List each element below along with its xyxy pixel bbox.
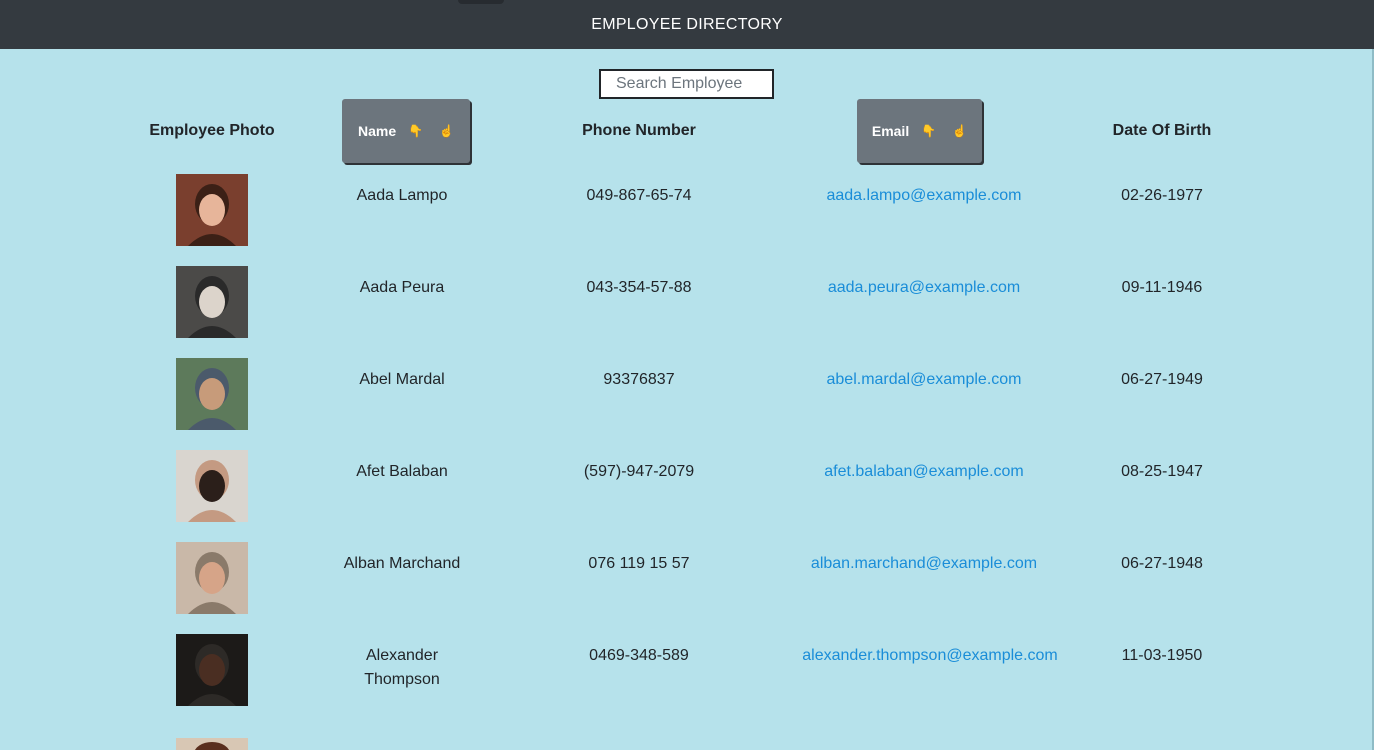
employee-photo [176, 738, 248, 750]
pointing-up-icon: ☝ [439, 124, 455, 138]
employee-photo [176, 266, 248, 338]
employee-name-text: Aada Lampo [356, 187, 448, 204]
employee-name-text: Abel Mardal [359, 371, 445, 388]
employee-email: alban.marchand@example.com [774, 552, 1074, 576]
employee-email: afet.balaban@example.com [774, 460, 1074, 484]
employee-photo [176, 450, 248, 522]
column-header-photo: Employee Photo [149, 122, 275, 139]
email-link[interactable]: afet.balaban@example.com [824, 463, 1023, 480]
employee-phone: (597)-947-2079 [583, 463, 695, 480]
employee-name: Alexander Thompson [302, 644, 502, 692]
employee-name: Abel Mardal [302, 368, 502, 392]
employee-dob: 11-03-1950 [1121, 647, 1203, 664]
employee-name-text: Aada Peura [359, 279, 445, 296]
employee-email: abel.mardal@example.com [774, 368, 1074, 392]
employee-name-text: Alexander Thompson [364, 647, 440, 688]
sort-by-email-button[interactable]: Email 👇 ☝ [857, 99, 982, 163]
top-navbar: EMPLOYEE DIRECTORY [0, 0, 1374, 49]
employee-phone: 043-354-57-88 [586, 279, 692, 296]
employee-photo [176, 174, 248, 246]
employee-dob: 09-11-1946 [1121, 279, 1203, 296]
email-link[interactable]: aada.peura@example.com [828, 279, 1020, 296]
email-link[interactable]: abel.mardal@example.com [827, 371, 1022, 388]
sort-name-label: Name [357, 123, 397, 139]
email-link[interactable]: alexander.thompson@example.com [802, 647, 1058, 664]
sort-by-name-button[interactable]: Name 👇 ☝ [342, 99, 470, 163]
employee-dob: 06-27-1949 [1121, 371, 1203, 388]
employee-dob: 08-25-1947 [1121, 463, 1203, 480]
employee-name: Alban Marchand [302, 552, 502, 576]
employee-name: Aada Lampo [302, 184, 502, 208]
employee-email: alexander.thompson@example.com [780, 644, 1080, 668]
column-header-phone: Phone Number [582, 122, 696, 139]
employee-phone: 93376837 [603, 371, 675, 388]
employee-name: Aada Peura [302, 276, 502, 300]
pointing-up-icon: ☝ [952, 124, 968, 138]
employee-phone: 049-867-65-74 [586, 187, 692, 204]
window-notch [458, 0, 504, 4]
employee-photo [176, 358, 248, 430]
page-title: EMPLOYEE DIRECTORY [591, 15, 783, 33]
pointing-down-icon: 👇 [921, 124, 937, 138]
employee-phone: 0469-348-589 [589, 647, 689, 664]
employee-dob: 02-26-1977 [1121, 187, 1203, 204]
employee-phone: 076 119 15 57 [588, 555, 690, 572]
employee-email: aada.lampo@example.com [774, 184, 1074, 208]
email-link[interactable]: alban.marchand@example.com [811, 555, 1037, 572]
employee-name-text: Alban Marchand [343, 555, 461, 572]
employee-photo [176, 634, 248, 706]
sort-email-label: Email [871, 123, 910, 139]
email-link[interactable]: aada.lampo@example.com [826, 187, 1021, 204]
search-input[interactable] [599, 69, 774, 99]
employee-email: aada.peura@example.com [774, 276, 1074, 300]
employee-name-text: Afet Balaban [356, 463, 448, 480]
column-header-dob: Date Of Birth [1112, 122, 1212, 139]
pointing-down-icon: 👇 [408, 124, 424, 138]
employee-dob: 06-27-1948 [1121, 555, 1203, 572]
employee-photo [176, 542, 248, 614]
employee-name: Afet Balaban [302, 460, 502, 484]
